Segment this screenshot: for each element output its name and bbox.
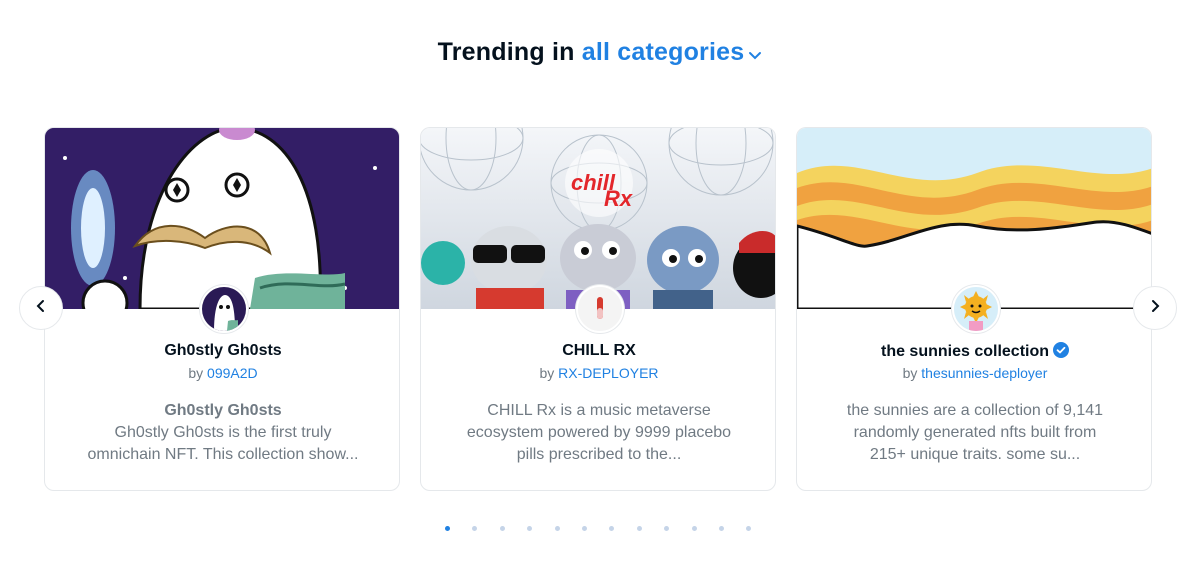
pagination-dot[interactable]	[472, 526, 478, 531]
collection-name-text: the sunnies collection	[880, 343, 1050, 360]
creator-link[interactable]: thesunnies-deployer	[921, 365, 1047, 381]
by-label: by	[902, 365, 918, 381]
collection-name[interactable]: Gh0stly Gh0sts	[45, 342, 399, 360]
chevron-right-icon	[1150, 299, 1160, 318]
description-title: Gh0stly Gh0sts	[164, 402, 282, 419]
chevron-left-icon	[36, 299, 46, 318]
pagination-dot[interactable]	[554, 526, 560, 531]
description-text: CHILL Rx is a music metaverse ecosystem …	[466, 402, 732, 463]
pagination-dot[interactable]	[691, 526, 697, 531]
collection-description: CHILL Rx is a music metaverse ecosystem …	[461, 400, 737, 466]
by-label: by	[188, 365, 204, 381]
collection-name[interactable]: CHILL RX	[421, 342, 775, 360]
collection-avatar	[576, 285, 624, 333]
collection-avatar	[952, 285, 1000, 333]
creator-link[interactable]: 099A2D	[207, 365, 258, 381]
pagination-dot[interactable]	[445, 526, 450, 531]
collection-banner	[797, 128, 1151, 309]
category-label: all categories	[581, 38, 745, 66]
collection-avatar	[200, 285, 248, 333]
carousel-prev-button[interactable]	[19, 286, 63, 330]
collection-description: Gh0stly Gh0sts Gh0stly Gh0sts is the fir…	[85, 400, 361, 466]
heading-prefix: Trending in	[437, 38, 575, 66]
collection-creator-line: by 099A2D	[45, 365, 399, 381]
description-text: the sunnies are a collection of 9,141 ra…	[846, 402, 1104, 463]
collection-description: the sunnies are a collection of 9,141 ra…	[837, 400, 1113, 466]
collection-card-ghostly[interactable]: Gh0stly Gh0sts by 099A2D Gh0stly Gh0sts …	[44, 127, 400, 491]
collection-card-sunnies[interactable]: the sunnies collection by thesunnies-dep…	[796, 127, 1152, 491]
pagination-dot[interactable]	[527, 526, 533, 531]
collection-creator-line: by thesunnies-deployer	[797, 365, 1151, 381]
category-dropdown[interactable]: all categories	[582, 38, 763, 66]
verified-badge-icon	[1053, 342, 1070, 363]
pagination-dot[interactable]	[719, 526, 724, 531]
description-text: Gh0stly Gh0sts is the first truly omnich…	[87, 424, 359, 463]
collection-creator-line: by RX-DEPLOYER	[421, 365, 775, 381]
pagination-dot[interactable]	[746, 526, 752, 531]
creator-link[interactable]: RX-DEPLOYER	[558, 365, 658, 381]
collection-banner: chill Rx	[421, 128, 775, 309]
collection-name[interactable]: the sunnies collection	[797, 342, 1151, 363]
carousel-next-button[interactable]	[1133, 286, 1177, 330]
pagination-dot[interactable]	[582, 526, 587, 531]
pagination-dot[interactable]	[609, 526, 615, 531]
trending-heading: Trending in all categories	[0, 38, 1200, 68]
svg-text:Rx: Rx	[604, 186, 633, 211]
chevron-down-icon	[748, 39, 762, 68]
pagination-dot[interactable]	[499, 526, 505, 531]
collection-banner	[45, 128, 399, 309]
pagination-dot[interactable]	[664, 526, 670, 531]
pagination-dot[interactable]	[636, 526, 642, 531]
carousel-pagination	[440, 526, 760, 534]
collection-card-chill-rx[interactable]: chill Rx CHILL RX by RX-DEPLOYER CHILL R…	[420, 127, 776, 491]
by-label: by	[539, 365, 555, 381]
